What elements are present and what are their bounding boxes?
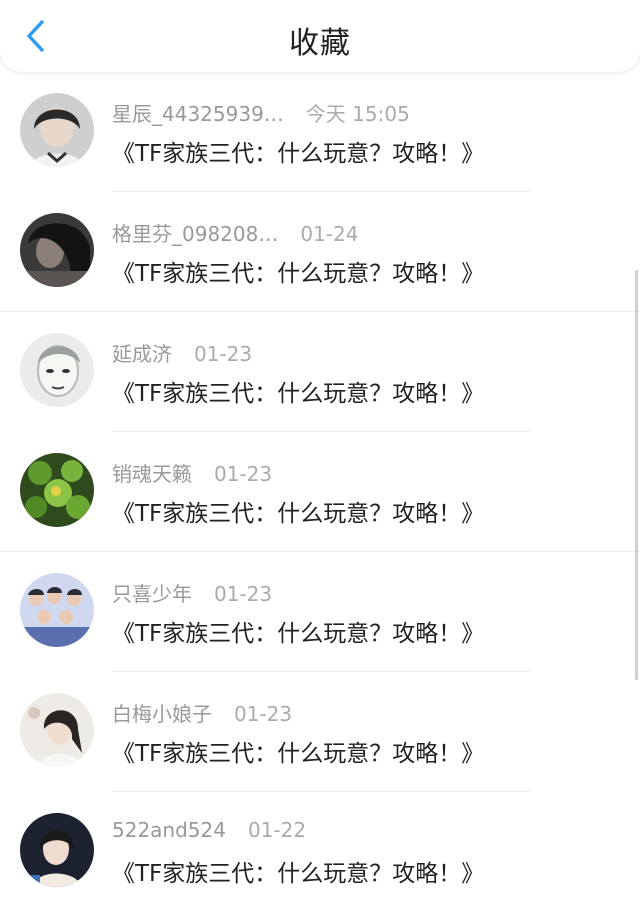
username[interactable]: 星辰_44325939… [112,102,284,126]
timestamp: 01-23 [214,582,273,606]
favorites-list: 星辰_44325939… 今天 15:05 《TF家族三代：什么玩意？攻略！》 格… [0,72,640,912]
item-meta: 522and524 01-22 [112,818,306,842]
favorite-title[interactable]: 《TF家族三代：什么玩意？攻略！》 [112,734,484,768]
item-meta: 只喜少年 01-23 [112,578,272,607]
favorite-item[interactable]: 只喜少年 01-23 《TF家族三代：什么玩意？攻略！》 [0,552,640,672]
favorite-title[interactable]: 《TF家族三代：什么玩意？攻略！》 [112,254,484,288]
page-title: 收藏 [289,26,351,61]
avatar[interactable] [20,813,94,887]
avatar[interactable] [20,333,94,407]
username[interactable]: 白梅小娘子 [112,702,212,726]
item-meta: 销魂天籁 01-23 [112,458,272,487]
item-meta: 延成济 01-23 [112,338,252,367]
timestamp: 今天 15:05 [305,102,410,126]
username[interactable]: 522and524 [112,818,226,842]
favorite-title[interactable]: 《TF家族三代：什么玩意？攻略！》 [112,854,484,888]
username[interactable]: 格里芬_098208… [112,222,278,246]
avatar[interactable] [20,573,94,647]
favorite-item[interactable]: 延成济 01-23 《TF家族三代：什么玩意？攻略！》 [0,312,640,432]
favorite-title[interactable]: 《TF家族三代：什么玩意？攻略！》 [112,494,484,528]
avatar[interactable] [20,213,94,287]
avatar[interactable] [20,453,94,527]
avatar[interactable] [20,693,94,767]
top-bar: 收藏 [0,0,640,72]
username[interactable]: 销魂天籁 [112,462,192,486]
favorite-title[interactable]: 《TF家族三代：什么玩意？攻略！》 [112,374,484,408]
favorite-item[interactable]: 星辰_44325939… 今天 15:05 《TF家族三代：什么玩意？攻略！》 [0,72,640,192]
favorite-item[interactable]: 销魂天籁 01-23 《TF家族三代：什么玩意？攻略！》 [0,432,640,552]
item-meta: 星辰_44325939… 今天 15:05 [112,98,410,127]
favorite-title[interactable]: 《TF家族三代：什么玩意？攻略！》 [112,134,484,168]
username[interactable]: 延成济 [112,342,172,366]
favorite-item[interactable]: 522and524 01-22 《TF家族三代：什么玩意？攻略！》 [0,792,640,912]
favorite-item[interactable]: 白梅小娘子 01-23 《TF家族三代：什么玩意？攻略！》 [0,672,640,792]
item-meta: 白梅小娘子 01-23 [112,698,292,727]
timestamp: 01-23 [194,342,253,366]
timestamp: 01-22 [247,818,307,842]
favorite-title[interactable]: 《TF家族三代：什么玩意？攻略！》 [112,614,484,648]
item-meta: 格里芬_098208… 01-24 [112,218,358,247]
timestamp: 01-23 [234,702,293,726]
timestamp: 01-23 [214,462,273,486]
timestamp: 01-24 [300,222,359,246]
username[interactable]: 只喜少年 [112,582,192,606]
scrollbar[interactable] [635,270,638,680]
avatar[interactable] [20,93,94,167]
favorite-item[interactable]: 格里芬_098208… 01-24 《TF家族三代：什么玩意？攻略！》 [0,192,640,312]
